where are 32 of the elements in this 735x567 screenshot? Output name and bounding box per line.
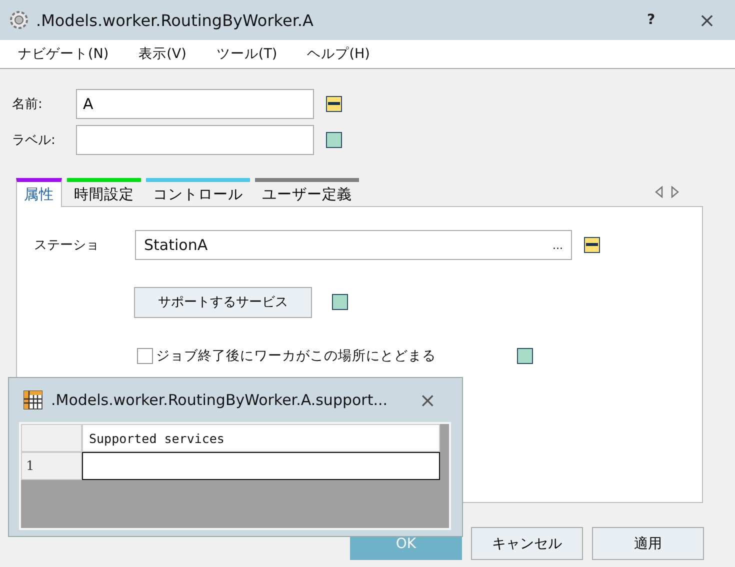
menu-item[interactable]: ナビゲート(N) [18, 45, 109, 63]
stay-checkbox[interactable]: ジョブ終了後にワーカがこの場所にとどまる [137, 347, 505, 365]
field-label: ステーショ [33, 237, 100, 254]
station-field[interactable]: StationA ... [135, 230, 572, 260]
help-button[interactable]: ? [623, 2, 679, 38]
row-number: 1 [21, 452, 82, 480]
popup-title: .Models.worker.RoutingByWorker.A.support... [51, 391, 389, 409]
menu-item[interactable]: 表示(V) [138, 45, 186, 63]
field-label: ラベル: [12, 132, 56, 149]
value-toggle-icon[interactable] [517, 348, 533, 364]
field-label: 名前: [12, 96, 44, 113]
services-button[interactable]: サポートするサービス [134, 286, 312, 318]
text-field[interactable]: A [76, 89, 314, 119]
formula-toggle-icon[interactable] [326, 96, 342, 112]
value-toggle-icon[interactable] [332, 294, 348, 310]
value-toggle-icon[interactable] [326, 132, 342, 148]
close-button[interactable]: × [413, 387, 442, 413]
formula-toggle-icon[interactable] [584, 237, 600, 253]
text-field[interactable] [76, 125, 314, 155]
dialog-button[interactable]: 適用 [592, 527, 704, 560]
table-icon [23, 390, 43, 410]
scroll-right-icon[interactable] [671, 186, 679, 198]
tab[interactable]: 属性 [16, 178, 62, 207]
menu-item[interactable]: ヘルプ(H) [307, 45, 370, 63]
column-header[interactable]: Supported services [82, 424, 440, 452]
scroll-left-icon[interactable] [655, 186, 663, 198]
table-cell[interactable] [82, 452, 440, 480]
close-button[interactable]: × [679, 2, 735, 38]
menu-item[interactable]: ツール(T) [216, 45, 278, 63]
window-title: .Models.worker.RoutingByWorker.A [36, 10, 314, 30]
gear-icon [8, 9, 30, 31]
dialog-button[interactable]: キャンセル [471, 527, 583, 560]
